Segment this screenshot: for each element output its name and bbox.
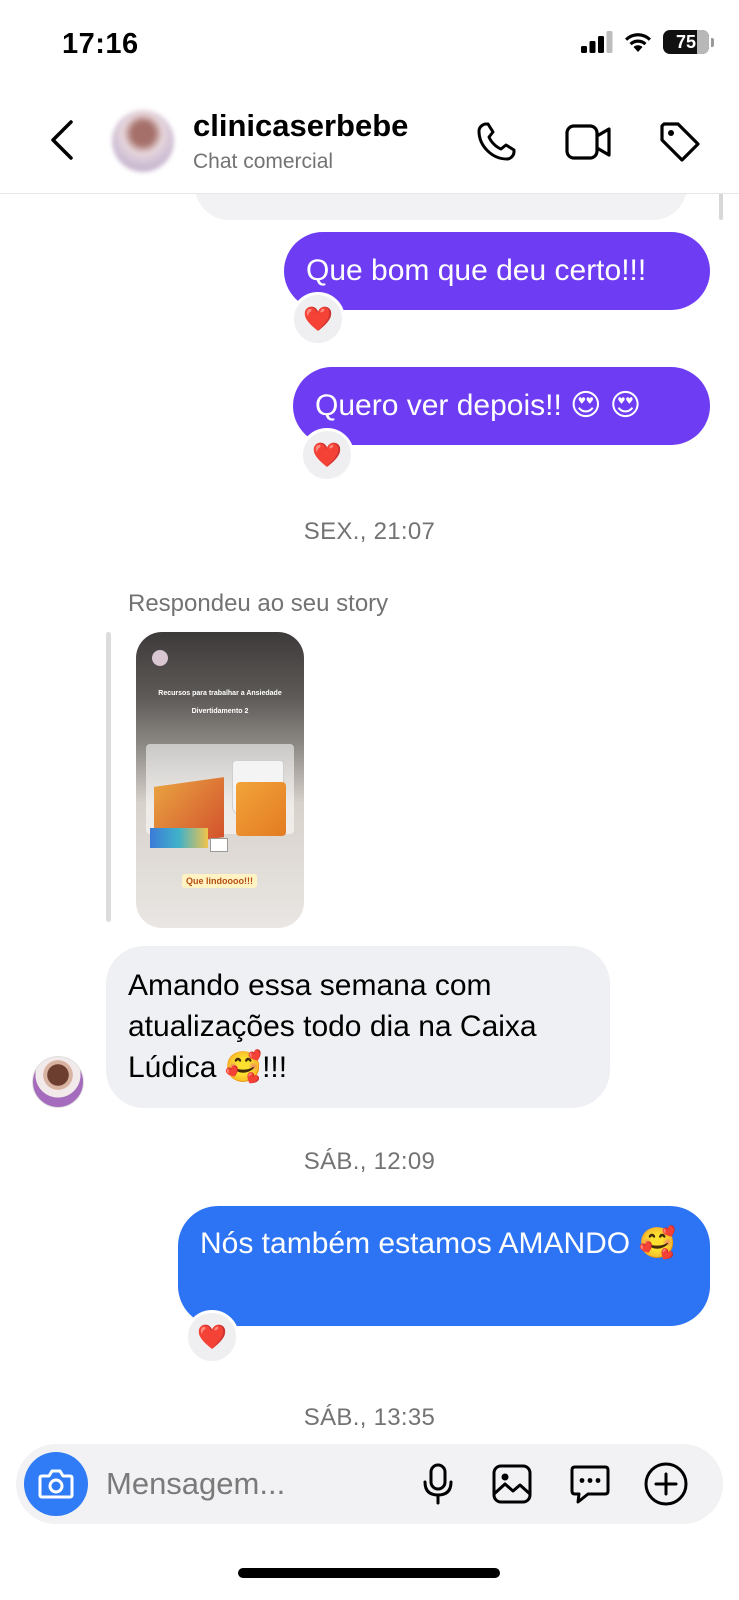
- story-sticker: Que lindoooo!!!: [182, 874, 257, 888]
- sticker-icon: [570, 1465, 610, 1504]
- phone-icon: [477, 122, 516, 161]
- microphone-icon: [423, 1463, 453, 1505]
- status-bar: 17:16 75: [0, 0, 739, 90]
- story-title: Recursos para trabalhar a Ansiedade: [158, 690, 282, 697]
- sent-message[interactable]: Que bom que deu certo!!!: [284, 232, 710, 310]
- story-reply-label: Respondeu ao seu story: [128, 590, 389, 617]
- timestamp: SÁB., 13:35: [303, 1404, 436, 1431]
- message-input[interactable]: [106, 1460, 406, 1508]
- chat-type-label: Chat comercial: [193, 150, 334, 173]
- message-text: Amando essa semana com atualizações todo…: [128, 969, 537, 1084]
- battery-level: 75: [675, 31, 697, 52]
- story-photo-cube: [236, 782, 286, 836]
- heart-icon: ❤️: [197, 1323, 227, 1351]
- heart-icon: ❤️: [312, 441, 342, 469]
- plus-circle-icon: [644, 1462, 688, 1506]
- gallery-button[interactable]: [486, 1458, 538, 1510]
- heart-reaction[interactable]: ❤️: [291, 292, 345, 346]
- reply-quote-bar: [106, 632, 111, 922]
- story-subtitle: Divertidamento 2: [191, 708, 249, 715]
- more-options-button[interactable]: [640, 1458, 692, 1510]
- gallery-icon: [492, 1464, 532, 1504]
- story-avatar: [152, 650, 168, 666]
- wifi-icon: [625, 33, 651, 52]
- sent-message[interactable]: Quero ver depois!! 😍 😍: [293, 367, 710, 445]
- video-call-button[interactable]: [562, 116, 614, 168]
- contact-name[interactable]: clinicaserbebe: [193, 108, 408, 144]
- received-message[interactable]: Amando essa semana com atualizações todo…: [106, 946, 610, 1108]
- sender-avatar[interactable]: [32, 1056, 84, 1108]
- video-camera-icon: [565, 124, 611, 160]
- timestamp: SEX., 21:07: [303, 518, 436, 545]
- heart-reaction[interactable]: ❤️: [185, 1310, 239, 1364]
- cellular-signal-icon: [581, 31, 613, 53]
- message-text: Nós também estamos AMANDO 🥰: [200, 1227, 676, 1260]
- timestamp: SÁB., 12:09: [303, 1148, 436, 1175]
- sticker-button[interactable]: [564, 1458, 616, 1510]
- back-button[interactable]: [38, 114, 86, 166]
- camera-icon: [38, 1469, 74, 1499]
- story-thumbnail[interactable]: Recursos para trabalhar a Ansiedade Dive…: [136, 632, 304, 928]
- scroll-indicator: [719, 190, 723, 220]
- message-text: Quero ver depois!! 😍 😍: [315, 389, 642, 422]
- contact-avatar[interactable]: [112, 110, 174, 172]
- camera-button[interactable]: [24, 1452, 88, 1516]
- battery-icon: 75: [663, 30, 714, 54]
- chevron-left-icon: [51, 120, 73, 160]
- heart-reaction[interactable]: ❤️: [300, 428, 354, 482]
- sent-message[interactable]: Nós também estamos AMANDO 🥰: [178, 1206, 710, 1326]
- chat-header: clinicaserbebe Chat comercial: [0, 90, 739, 194]
- heart-icon: ❤️: [303, 305, 333, 333]
- status-icons: 75: [581, 30, 714, 54]
- voice-call-button[interactable]: [470, 116, 522, 168]
- status-time: 17:16: [62, 28, 139, 60]
- home-indicator[interactable]: [238, 1568, 500, 1578]
- message-composer: [16, 1444, 723, 1524]
- voice-message-button[interactable]: [412, 1458, 464, 1510]
- message-text: Que bom que deu certo!!!: [306, 254, 647, 287]
- tag-icon: [660, 122, 700, 162]
- label-button[interactable]: [654, 116, 706, 168]
